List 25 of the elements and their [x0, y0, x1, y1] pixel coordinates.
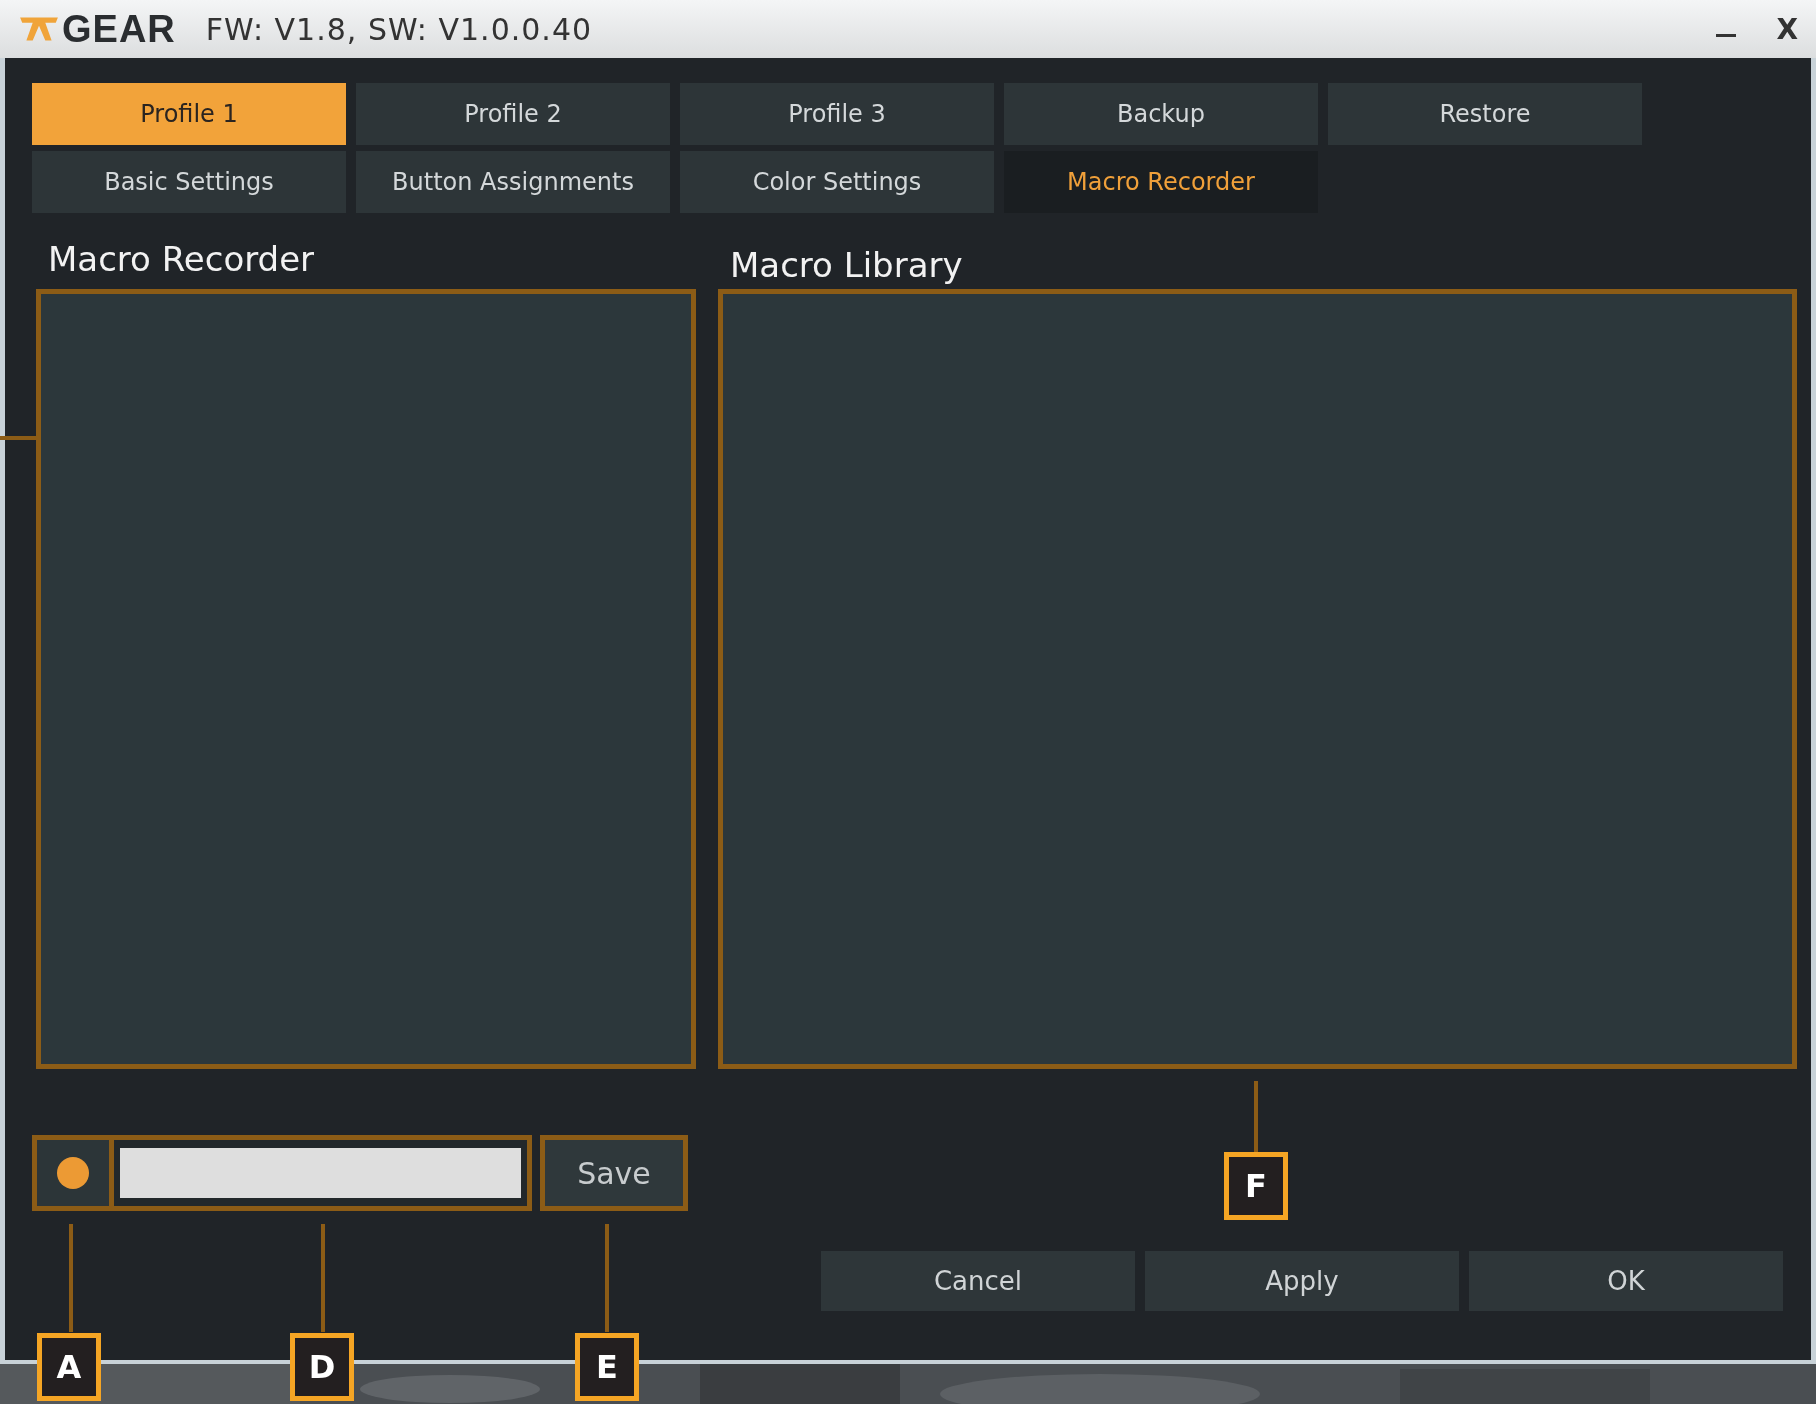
window-title: FW: V1.8, SW: V1.0.0.40 [205, 11, 593, 47]
dialog-button[interactable]: OK [1469, 1251, 1783, 1311]
tab[interactable]: Button Assignments [356, 151, 670, 213]
tab[interactable]: Macro Recorder [1004, 151, 1318, 213]
tab[interactable]: Restore [1328, 83, 1642, 145]
callout-label: F [1224, 1152, 1288, 1220]
minimize-icon[interactable] [1716, 34, 1737, 38]
brand-name: GEAR [62, 7, 176, 51]
callout-label: E [575, 1333, 639, 1401]
tab[interactable]: Backup [1004, 83, 1318, 145]
tab[interactable]: Color Settings [680, 151, 994, 213]
tab[interactable]: Profile 3 [680, 83, 994, 145]
panel-title: Macro Recorder [47, 238, 316, 281]
tab[interactable]: Basic Settings [32, 151, 346, 213]
close-button[interactable]: X [1776, 12, 1798, 46]
record-button[interactable] [32, 1135, 114, 1211]
save-button[interactable]: Save [540, 1135, 688, 1211]
callout-label: D [290, 1333, 354, 1401]
dialog-button[interactable]: Apply [1145, 1251, 1459, 1311]
callout-label: A [37, 1333, 101, 1401]
macro-name-field[interactable] [114, 1135, 532, 1211]
tab[interactable]: Profile 1 [32, 83, 346, 145]
tab[interactable]: Profile 2 [356, 83, 670, 145]
panel-title: Macro Library [729, 244, 964, 287]
dialog-button[interactable]: Cancel [821, 1251, 1135, 1311]
